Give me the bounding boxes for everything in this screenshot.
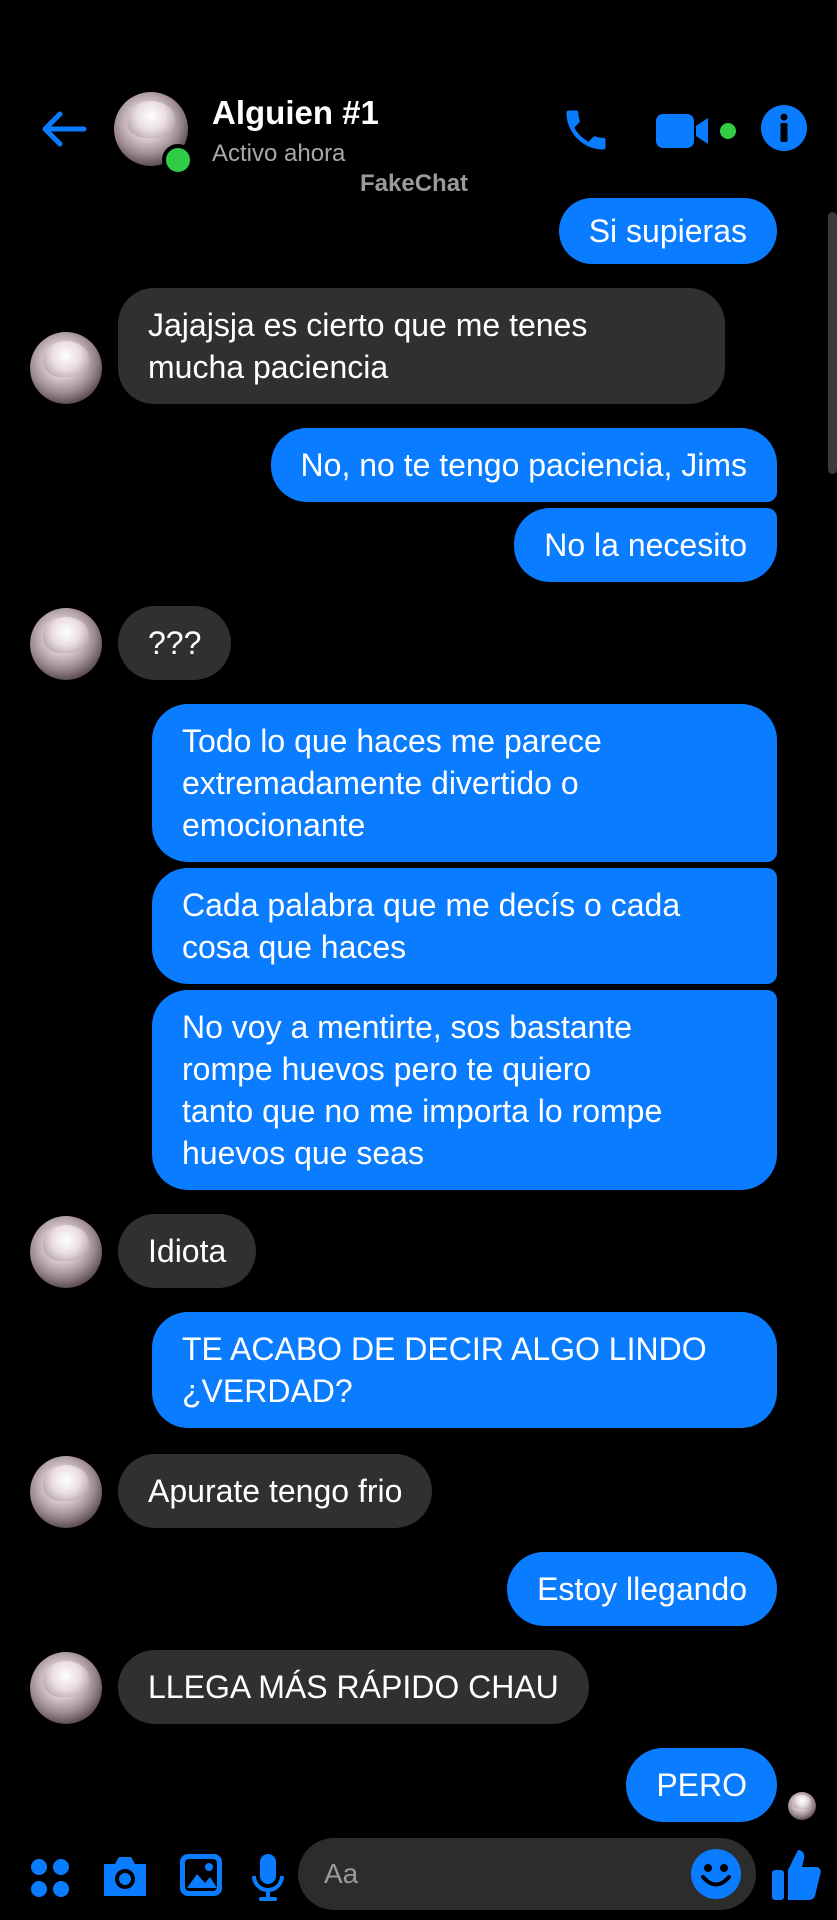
contact-avatar-small[interactable] xyxy=(30,1216,102,1288)
message-outgoing: Estoy llegando xyxy=(507,1552,777,1626)
message-incoming: Apurate tengo frio xyxy=(118,1454,433,1528)
message-incoming: Jajajsja es cierto que me tenes mucha pa… xyxy=(118,288,725,404)
message-outgoing: Si supieras xyxy=(558,198,777,264)
message-outgoing: Todo lo que haces me parece extremadamen… xyxy=(152,704,777,862)
back-arrow-icon[interactable] xyxy=(38,104,88,154)
microphone-icon[interactable] xyxy=(250,1852,286,1902)
contact-avatar-small[interactable] xyxy=(30,332,102,404)
thumbs-up-icon[interactable] xyxy=(770,1846,822,1902)
image-icon[interactable] xyxy=(178,1852,224,1898)
active-status: Activo ahora xyxy=(212,140,346,167)
apps-grid-icon[interactable] xyxy=(28,1856,72,1900)
message-outgoing: No, no te tengo paciencia, Jims xyxy=(270,428,777,502)
message-incoming: LLEGA MÁS RÁPIDO CHAU xyxy=(118,1650,589,1724)
message-outgoing: PERO xyxy=(626,1748,777,1822)
message-input-placeholder: Aa xyxy=(324,1858,359,1889)
contact-avatar-small[interactable] xyxy=(30,608,102,680)
message-outgoing: TE ACABO DE DECIR ALGO LINDO ¿VERDAD? xyxy=(152,1312,777,1428)
seen-indicator-avatar xyxy=(788,1792,816,1820)
message-outgoing: No voy a mentirte, sos bastante rompe hu… xyxy=(152,990,777,1190)
contact-name[interactable]: Alguien #1 xyxy=(212,94,379,132)
phone-icon[interactable] xyxy=(560,104,612,156)
info-icon[interactable] xyxy=(760,104,808,152)
emoji-icon[interactable] xyxy=(690,1848,742,1900)
contact-avatar-small[interactable] xyxy=(30,1652,102,1724)
video-camera-icon[interactable] xyxy=(656,112,714,150)
message-incoming: ??? xyxy=(118,606,232,680)
scrollbar[interactable] xyxy=(828,212,837,474)
video-online-dot xyxy=(720,123,736,139)
camera-icon[interactable] xyxy=(100,1852,150,1900)
message-outgoing: Cada palabra que me decís o cada cosa qu… xyxy=(152,868,777,984)
message-outgoing: No la necesito xyxy=(514,508,777,582)
watermark: FakeChat xyxy=(360,170,469,197)
message-input[interactable] xyxy=(298,1838,756,1910)
message-incoming: Idiota xyxy=(118,1214,257,1288)
online-status-dot xyxy=(162,144,194,176)
contact-avatar-small[interactable] xyxy=(30,1456,102,1528)
